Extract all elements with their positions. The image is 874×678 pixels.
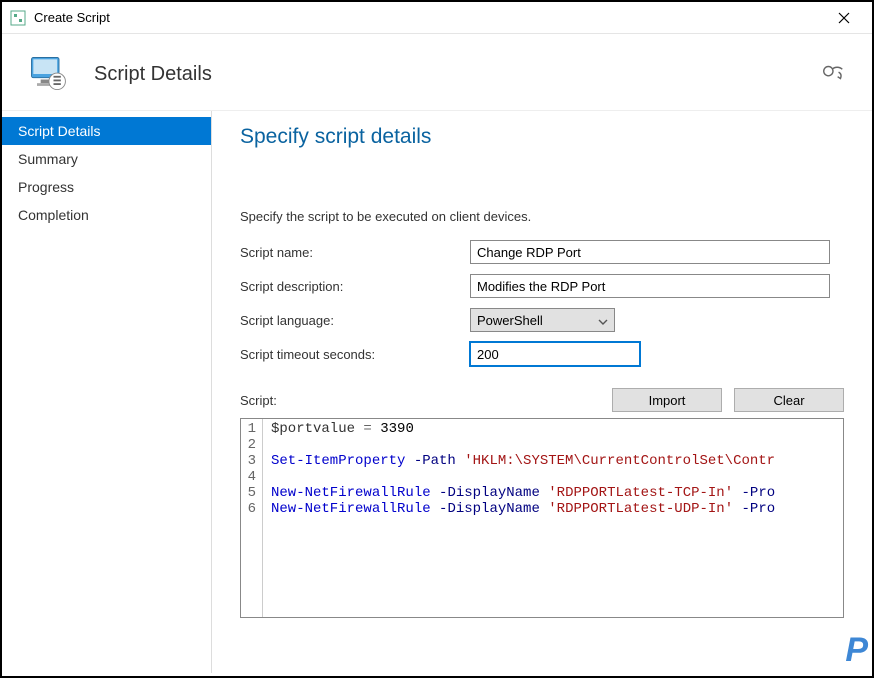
label-script-language: Script language: (240, 313, 470, 328)
window-title: Create Script (34, 10, 110, 25)
close-button[interactable] (824, 2, 864, 34)
main-subtext: Specify the script to be executed on cli… (240, 209, 844, 224)
script-language-select[interactable]: PowerShell (470, 308, 615, 332)
sidebar-item-completion[interactable]: Completion (2, 201, 211, 229)
page-title: Script Details (94, 63, 212, 86)
wizard-header: Script Details (2, 34, 872, 111)
titlebar: Create Script (2, 2, 872, 34)
script-editor[interactable]: 1 2 3 4 5 6 $portvalue = 3390 Set-ItemPr… (240, 418, 844, 618)
wizard-sidebar: Script Details Summary Progress Completi… (2, 111, 212, 673)
watermark-logo: P (845, 631, 864, 670)
script-language-value: PowerShell (477, 313, 543, 328)
app-icon (10, 10, 26, 26)
clear-button[interactable]: Clear (734, 388, 844, 412)
label-script-description: Script description: (240, 279, 470, 294)
code-area[interactable]: $portvalue = 3390 Set-ItemProperty -Path… (263, 419, 843, 617)
label-script: Script: (240, 393, 277, 408)
monitor-icon (26, 52, 70, 96)
sidebar-item-summary[interactable]: Summary (2, 145, 211, 173)
chevron-down-icon (598, 313, 608, 328)
help-icon[interactable] (820, 60, 848, 88)
sidebar-item-script-details[interactable]: Script Details (2, 117, 211, 145)
sidebar-item-progress[interactable]: Progress (2, 173, 211, 201)
label-script-timeout: Script timeout seconds: (240, 347, 470, 362)
script-description-input[interactable] (470, 274, 830, 298)
label-script-name: Script name: (240, 245, 470, 260)
main-heading: Specify script details (240, 125, 844, 149)
import-button[interactable]: Import (612, 388, 722, 412)
script-timeout-input[interactable] (470, 342, 640, 366)
line-gutter: 1 2 3 4 5 6 (241, 419, 263, 617)
main-panel: Specify script details Specify the scrip… (212, 111, 872, 673)
script-name-input[interactable] (470, 240, 830, 264)
